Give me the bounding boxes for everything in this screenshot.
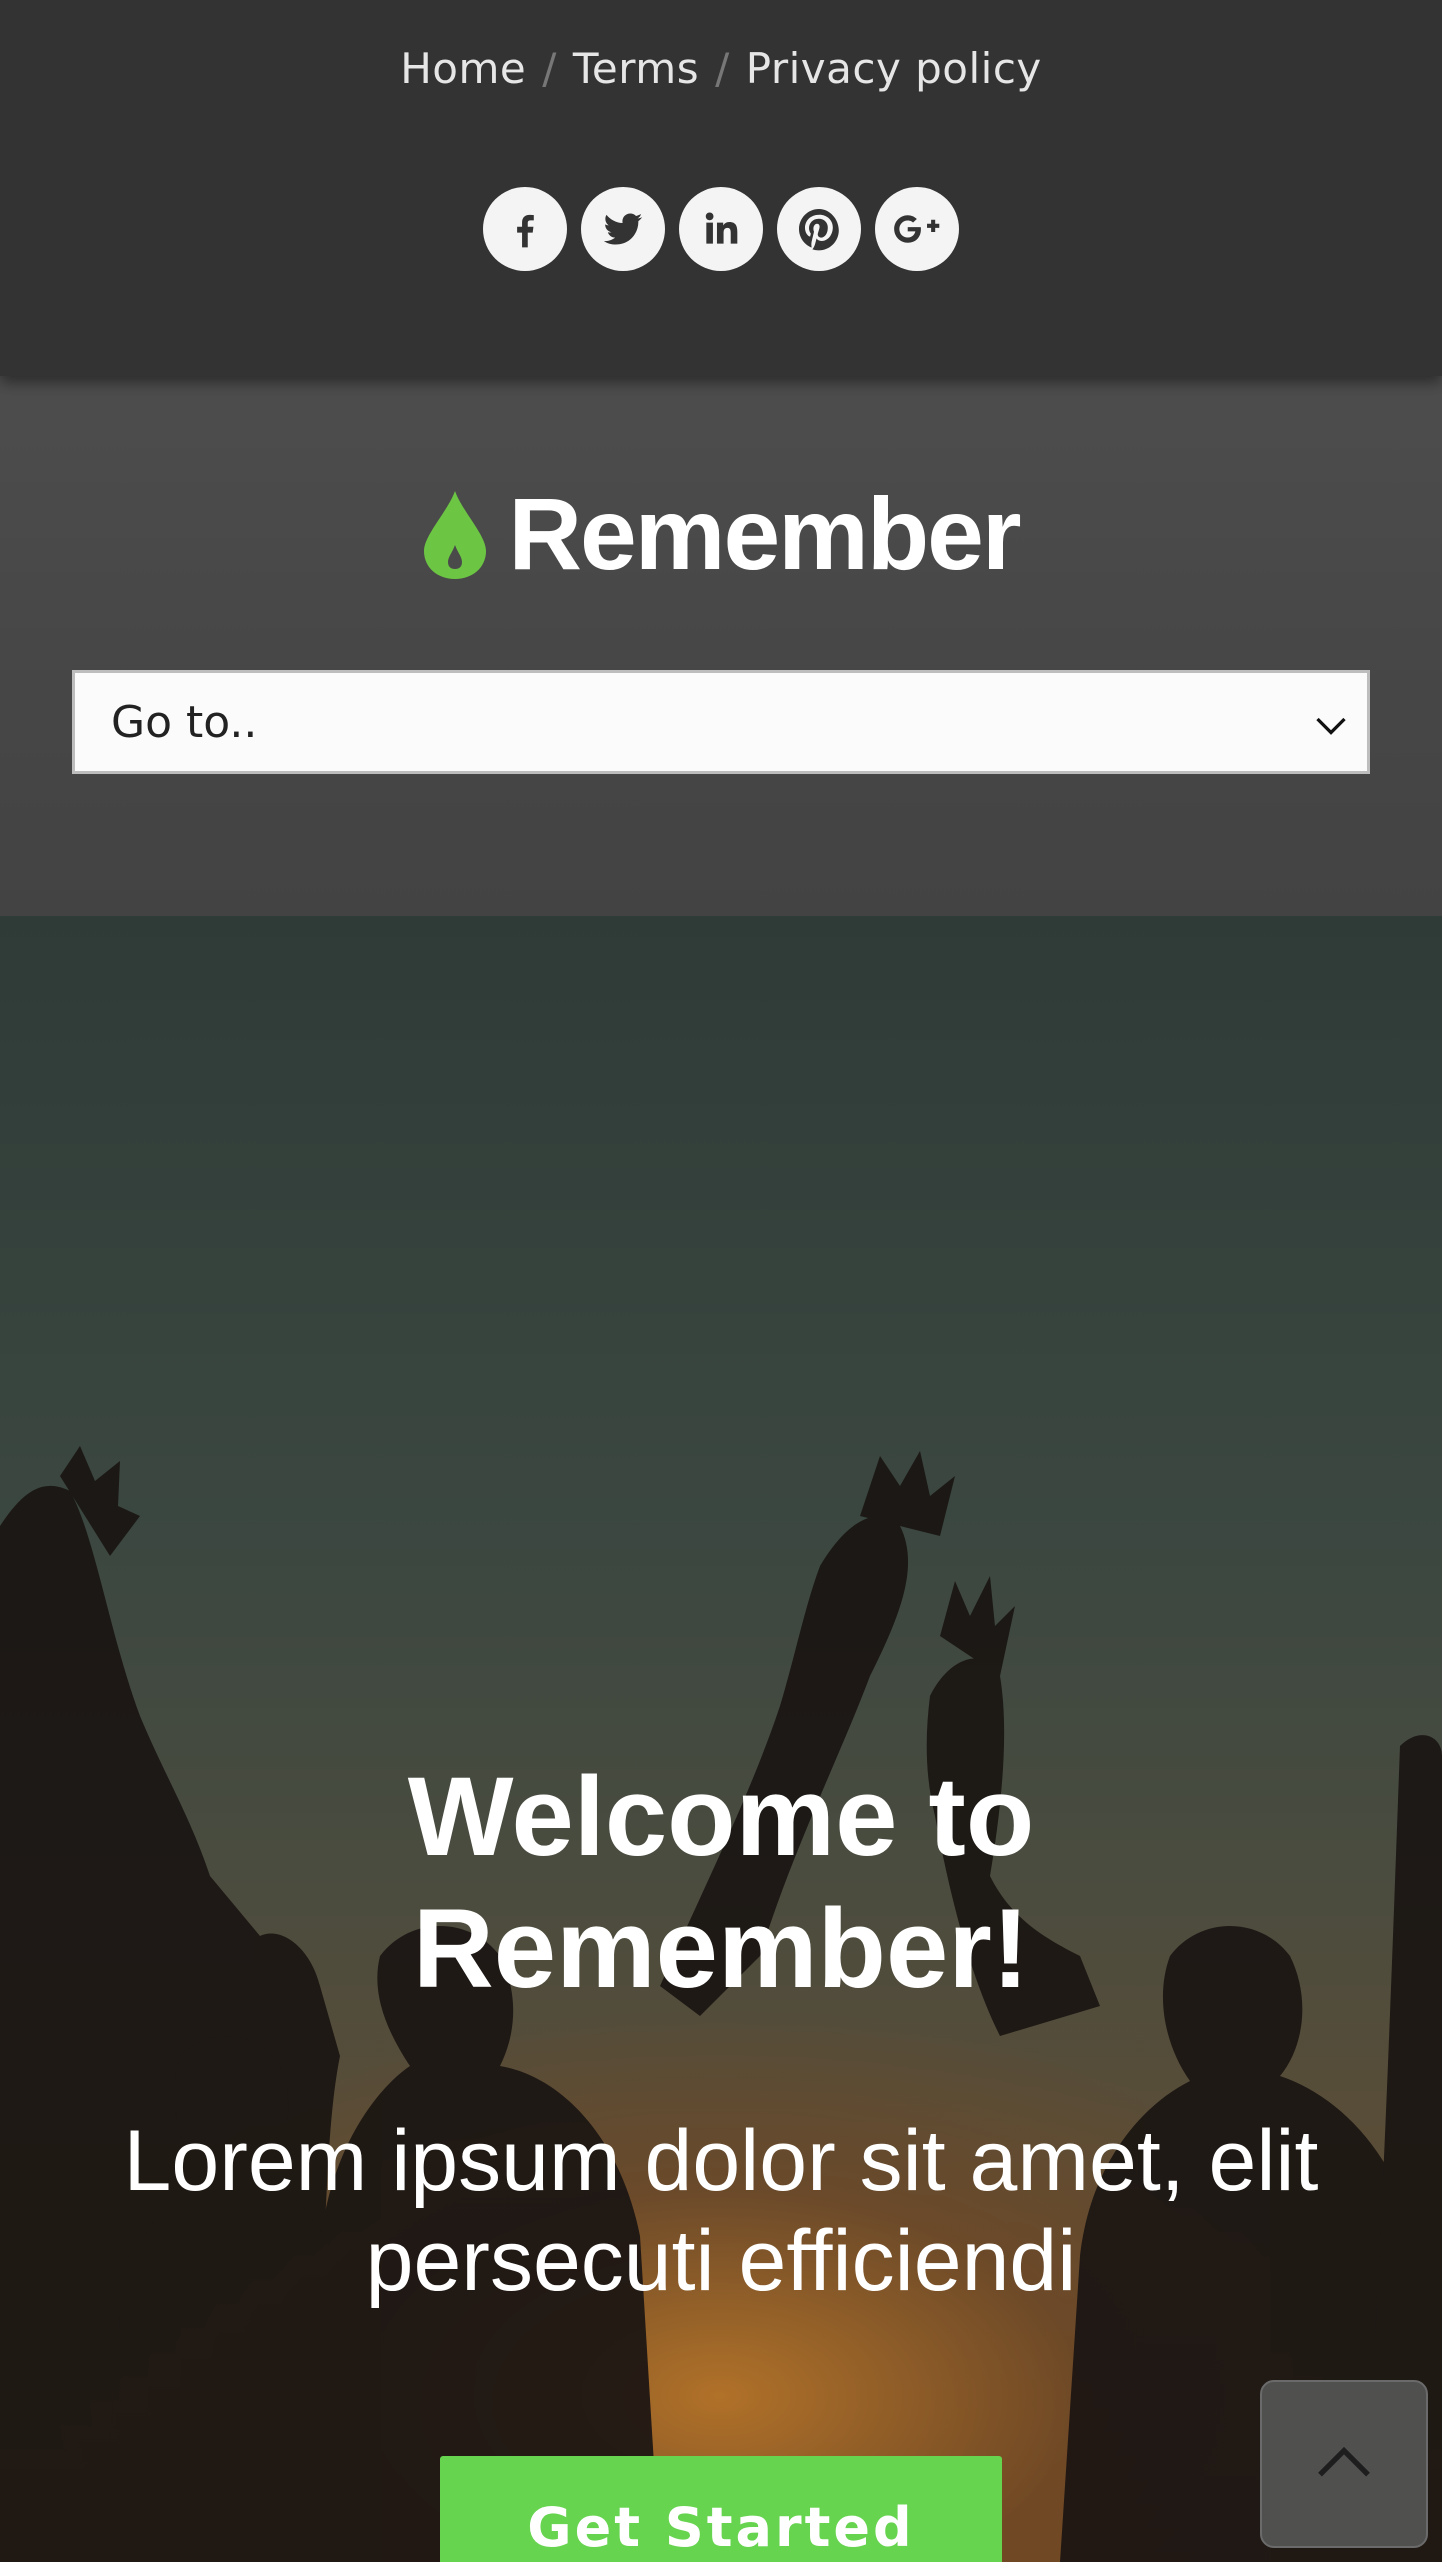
logo-text: Remember: [508, 477, 1021, 591]
back-to-top-button[interactable]: [1260, 2380, 1428, 2548]
facebook-icon[interactable]: [483, 187, 567, 271]
breadcrumb-terms[interactable]: Terms: [573, 44, 699, 93]
hero-subtitle: Lorem ipsum dolor sit amet, elit persecu…: [0, 2111, 1442, 2311]
chevron-up-icon: [1318, 2446, 1370, 2477]
social-links: [0, 187, 1442, 271]
hero-title-line-2: Remember!: [412, 1886, 1030, 2011]
twitter-icon[interactable]: [581, 187, 665, 271]
hero-title: Welcome to Remember!: [0, 1751, 1442, 2015]
hero-title-line-1: Welcome to: [407, 1754, 1035, 1879]
top-bar: Home / Terms / Privacy policy: [0, 0, 1442, 376]
goto-select-value: Go to..: [111, 696, 258, 748]
google-plus-icon[interactable]: [875, 187, 959, 271]
goto-select[interactable]: Go to..: [72, 670, 1370, 774]
drop-icon: [424, 490, 487, 579]
chevron-down-icon: [1316, 717, 1346, 735]
logo[interactable]: Remember: [0, 476, 1442, 593]
breadcrumb-separator: /: [715, 44, 730, 93]
linkedin-icon[interactable]: [679, 187, 763, 271]
hero-background-image: [0, 1446, 1442, 2562]
hero-subtitle-line-1: Lorem ipsum dolor sit amet, elit: [123, 2113, 1319, 2209]
site-header: Remember Go to..: [0, 376, 1442, 916]
breadcrumb-privacy-policy[interactable]: Privacy policy: [746, 44, 1042, 93]
breadcrumb: Home / Terms / Privacy policy: [0, 44, 1442, 93]
pinterest-icon[interactable]: [777, 187, 861, 271]
hero-section: Welcome to Remember! Lorem ipsum dolor s…: [0, 916, 1442, 2562]
breadcrumb-home[interactable]: Home: [400, 44, 526, 93]
breadcrumb-separator: /: [542, 44, 557, 93]
get-started-button[interactable]: Get Started: [440, 2456, 1002, 2562]
hero-subtitle-line-2: persecuti efficiendi: [365, 2213, 1077, 2309]
